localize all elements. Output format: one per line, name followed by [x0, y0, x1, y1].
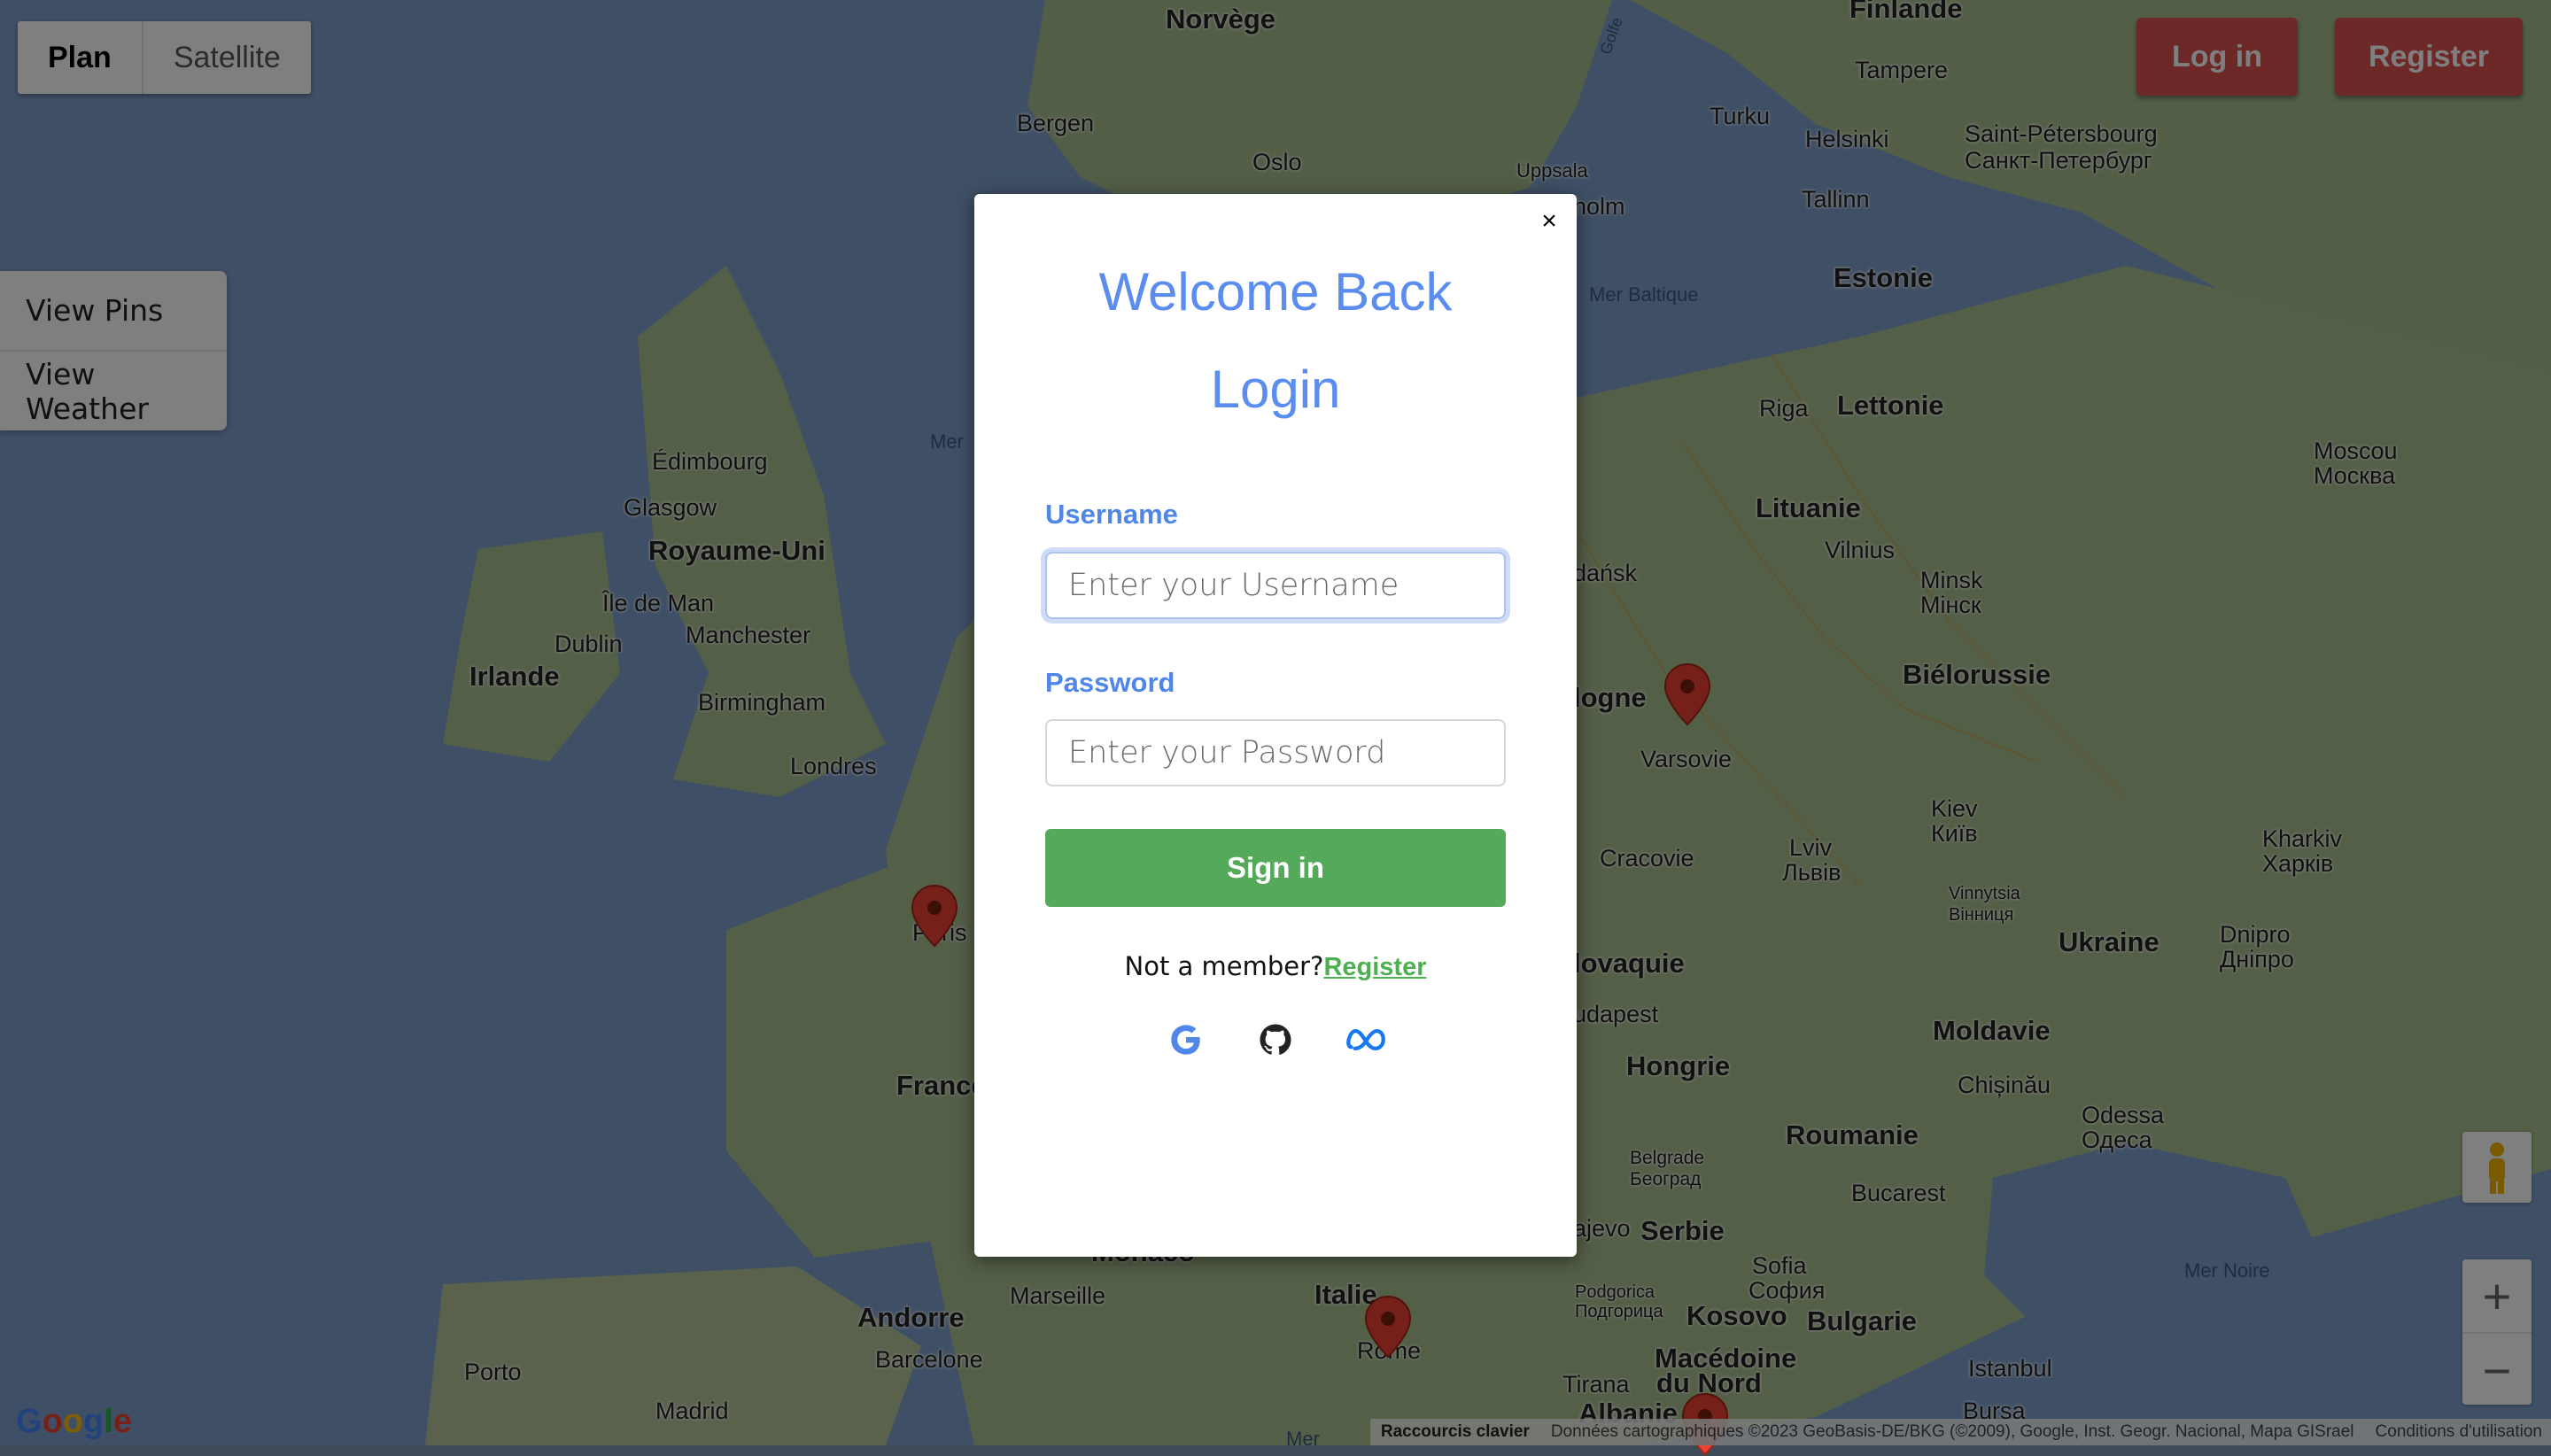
modal-subtitle: Login	[1210, 360, 1341, 419]
register-prompt: Not a member?Register	[974, 951, 1577, 982]
not-member-text: Not a member?	[1124, 951, 1324, 981]
register-link[interactable]: Register	[1323, 953, 1426, 981]
github-icon[interactable]	[1257, 1021, 1294, 1058]
password-input[interactable]	[1045, 719, 1506, 786]
login-modal: × Welcome Back Login Username Password S…	[974, 194, 1577, 1257]
modal-title: Welcome Back	[1098, 262, 1453, 321]
password-label: Password	[1045, 667, 1175, 698]
close-icon[interactable]: ×	[1534, 206, 1564, 236]
google-icon[interactable]	[1167, 1021, 1205, 1058]
username-label: Username	[1045, 499, 1178, 530]
username-input[interactable]	[1045, 552, 1506, 619]
signin-button[interactable]: Sign in	[1045, 829, 1506, 907]
meta-icon[interactable]	[1345, 1021, 1386, 1058]
